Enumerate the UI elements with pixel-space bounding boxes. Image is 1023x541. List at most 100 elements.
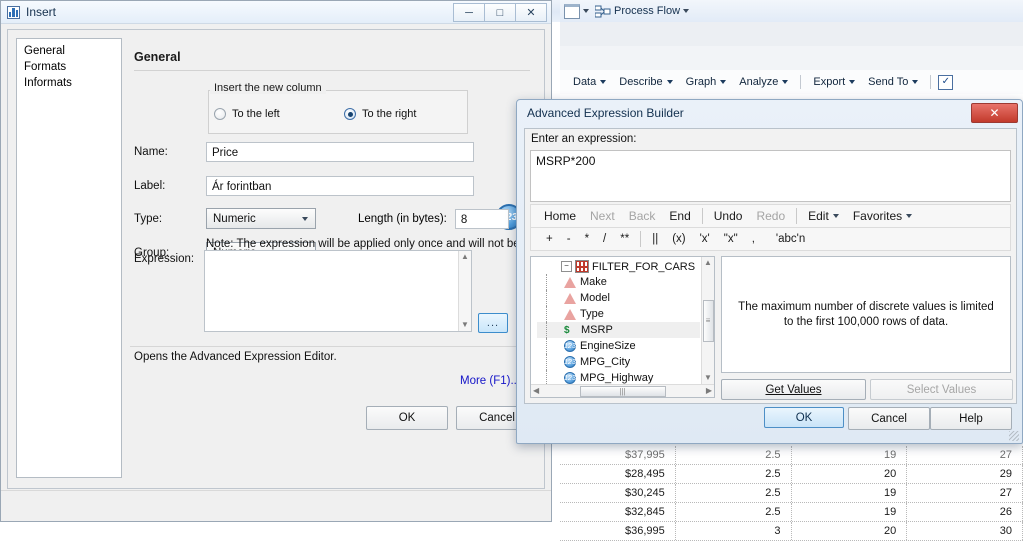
tree-node-msrp[interactable]: $ MSRP bbox=[537, 322, 700, 338]
label-input[interactable]: Ár forintban bbox=[206, 176, 474, 196]
toolbar-undo-button[interactable]: Undo bbox=[707, 209, 750, 223]
tree-node-enginesize[interactable]: 123 EngineSize bbox=[537, 338, 700, 354]
toolbar-favorites-menu[interactable]: Favorites bbox=[846, 209, 919, 223]
menu-item-graph-label: Graph bbox=[685, 76, 717, 88]
nav-item-informats[interactable]: Informats bbox=[21, 75, 121, 91]
open-expression-builder-button[interactable]: ... bbox=[478, 313, 508, 333]
nav-item-general[interactable]: General bbox=[21, 43, 121, 59]
operator-name-literal[interactable]: 'abc'n bbox=[762, 233, 812, 245]
more-help-link[interactable]: More (F1)... bbox=[460, 375, 520, 387]
tree-node-mpg-city[interactable]: 123 MPG_City bbox=[537, 354, 700, 370]
cell-engine: 2.5 bbox=[676, 503, 792, 521]
minimize-button[interactable]: ─ bbox=[453, 3, 485, 22]
maximize-button[interactable]: □ bbox=[485, 3, 516, 22]
resize-grip[interactable] bbox=[1009, 431, 1019, 441]
menu-item-describe[interactable]: Describe bbox=[614, 74, 677, 90]
scroll-left-icon[interactable]: ◀ bbox=[533, 385, 539, 397]
collapse-icon[interactable]: − bbox=[561, 261, 572, 272]
chevron-down-icon bbox=[583, 9, 589, 13]
cell-engine: 2.5 bbox=[676, 446, 792, 464]
background-band-lower bbox=[560, 46, 1023, 71]
operator-divide[interactable]: / bbox=[596, 233, 613, 245]
select-values-button: Select Values bbox=[870, 379, 1013, 400]
menu-item-data[interactable]: Data bbox=[568, 74, 611, 90]
name-label: Name: bbox=[134, 146, 168, 158]
toolbar-home-button[interactable]: Home bbox=[537, 209, 583, 223]
toolbar-end-button[interactable]: End bbox=[662, 209, 697, 223]
insert-ok-button[interactable]: OK bbox=[366, 406, 448, 430]
operator-power[interactable]: ** bbox=[613, 233, 636, 245]
aeb-ok-button[interactable]: OK bbox=[764, 407, 844, 428]
insert-column-dialog: Insert ─ □ ✕ General Formats Informats G… bbox=[0, 0, 555, 522]
table-row[interactable]: $28,495 2.5 20 29 bbox=[560, 465, 1023, 484]
tree-vertical-scrollbar[interactable]: ▲ ≡ ▼ bbox=[701, 257, 714, 384]
tree-node-make[interactable]: Make bbox=[537, 274, 700, 290]
scroll-down-icon[interactable]: ▼ bbox=[704, 372, 712, 384]
process-flow-toolbar: Process Flow bbox=[560, 0, 1023, 22]
tree-node-type[interactable]: Type bbox=[537, 306, 700, 322]
length-input[interactable]: 8 bbox=[454, 208, 509, 229]
cell-price: $32,845 bbox=[560, 503, 676, 521]
operator-single-quote[interactable]: 'x' bbox=[693, 233, 717, 245]
close-button[interactable]: ✕ bbox=[516, 3, 547, 22]
radio-to-the-right-label: To the right bbox=[362, 108, 417, 120]
cell-engine: 3 bbox=[676, 522, 792, 540]
operator-plus[interactable]: + bbox=[539, 233, 560, 245]
close-icon[interactable]: ✕ bbox=[971, 103, 1018, 123]
table-row[interactable]: $36,995 3 20 30 bbox=[560, 522, 1023, 541]
menu-item-send-to[interactable]: Send To bbox=[863, 74, 923, 90]
tree-horizontal-scrollbar[interactable]: ◀ ||| ▶ bbox=[531, 384, 714, 397]
scroll-thumb-horizontal[interactable]: ||| bbox=[579, 385, 666, 397]
table-row[interactable]: $30,245 2.5 19 27 bbox=[560, 484, 1023, 503]
menu-item-export[interactable]: Export bbox=[808, 74, 860, 90]
chevron-down-icon bbox=[849, 80, 856, 84]
menu-item-data-label: Data bbox=[573, 76, 597, 88]
aeb-help-button[interactable]: Help bbox=[930, 407, 1012, 430]
operator-parens[interactable]: (x) bbox=[665, 233, 692, 245]
task-menu-bar: Data Describe Graph Analyze Export Send … bbox=[560, 70, 1023, 95]
operator-minus[interactable]: - bbox=[560, 233, 578, 245]
tree-node-model-label: Model bbox=[580, 292, 610, 304]
nav-item-formats[interactable]: Formats bbox=[21, 59, 121, 75]
expression-input[interactable]: MSRP*200 bbox=[530, 150, 1011, 202]
operator-comma[interactable]: , bbox=[745, 233, 762, 245]
scroll-right-icon[interactable]: ▶ bbox=[706, 385, 712, 397]
radio-to-the-right[interactable]: To the right bbox=[344, 108, 416, 120]
scroll-thumb[interactable]: ≡ bbox=[702, 299, 714, 342]
name-input[interactable]: Price bbox=[206, 142, 474, 162]
scroll-up-icon[interactable]: ▲ bbox=[704, 257, 712, 269]
table-row[interactable]: $37,995 2.5 19 27 bbox=[560, 446, 1023, 465]
chevron-down-icon bbox=[600, 80, 607, 84]
type-select[interactable]: Numeric bbox=[206, 208, 316, 229]
tree-root-node[interactable]: − FILTER_FOR_CARS bbox=[537, 259, 700, 274]
label-field-row: Label: Ár forintban bbox=[130, 176, 490, 196]
operator-double-quote[interactable]: "x" bbox=[717, 233, 745, 245]
menu-item-analyze[interactable]: Analyze bbox=[734, 74, 793, 90]
expression-textarea[interactable]: ▲ ▼ bbox=[204, 250, 472, 332]
cell-mpg-city: 20 bbox=[792, 465, 908, 483]
expression-scrollbar[interactable]: ▲ ▼ bbox=[458, 251, 471, 331]
checkmark-icon[interactable]: ✓ bbox=[938, 74, 954, 90]
char-triangle-icon bbox=[564, 292, 576, 304]
operator-multiply[interactable]: * bbox=[578, 233, 596, 245]
tree-node-mpg-highway[interactable]: 123 MPG_Highway bbox=[537, 370, 700, 384]
chevron-down-icon bbox=[832, 214, 839, 218]
table-row[interactable]: $32,845 2.5 19 26 bbox=[560, 503, 1023, 522]
insert-position-radios: To the left To the right bbox=[214, 108, 464, 120]
aeb-cancel-button[interactable]: Cancel bbox=[848, 407, 930, 430]
menu-item-graph[interactable]: Graph bbox=[681, 74, 732, 90]
aeb-titlebar: Advanced Expression Builder ✕ bbox=[517, 100, 1022, 125]
radio-to-the-left[interactable]: To the left bbox=[214, 108, 344, 120]
help-divider bbox=[130, 346, 530, 347]
operator-concat[interactable]: || bbox=[645, 233, 665, 245]
tree-node-model[interactable]: Model bbox=[537, 290, 700, 306]
radio-indicator-selected bbox=[344, 108, 356, 120]
type-select-value: Numeric bbox=[213, 212, 256, 225]
toolbar-edit-menu[interactable]: Edit bbox=[801, 209, 846, 223]
get-values-button[interactable]: Get Values bbox=[721, 379, 866, 400]
process-flow-button[interactable]: Process Flow bbox=[595, 5, 690, 18]
document-icon bbox=[564, 3, 580, 19]
process-flow-icon bbox=[595, 5, 611, 17]
process-flow-label: Process Flow bbox=[614, 5, 681, 17]
new-document-button[interactable] bbox=[564, 3, 589, 19]
